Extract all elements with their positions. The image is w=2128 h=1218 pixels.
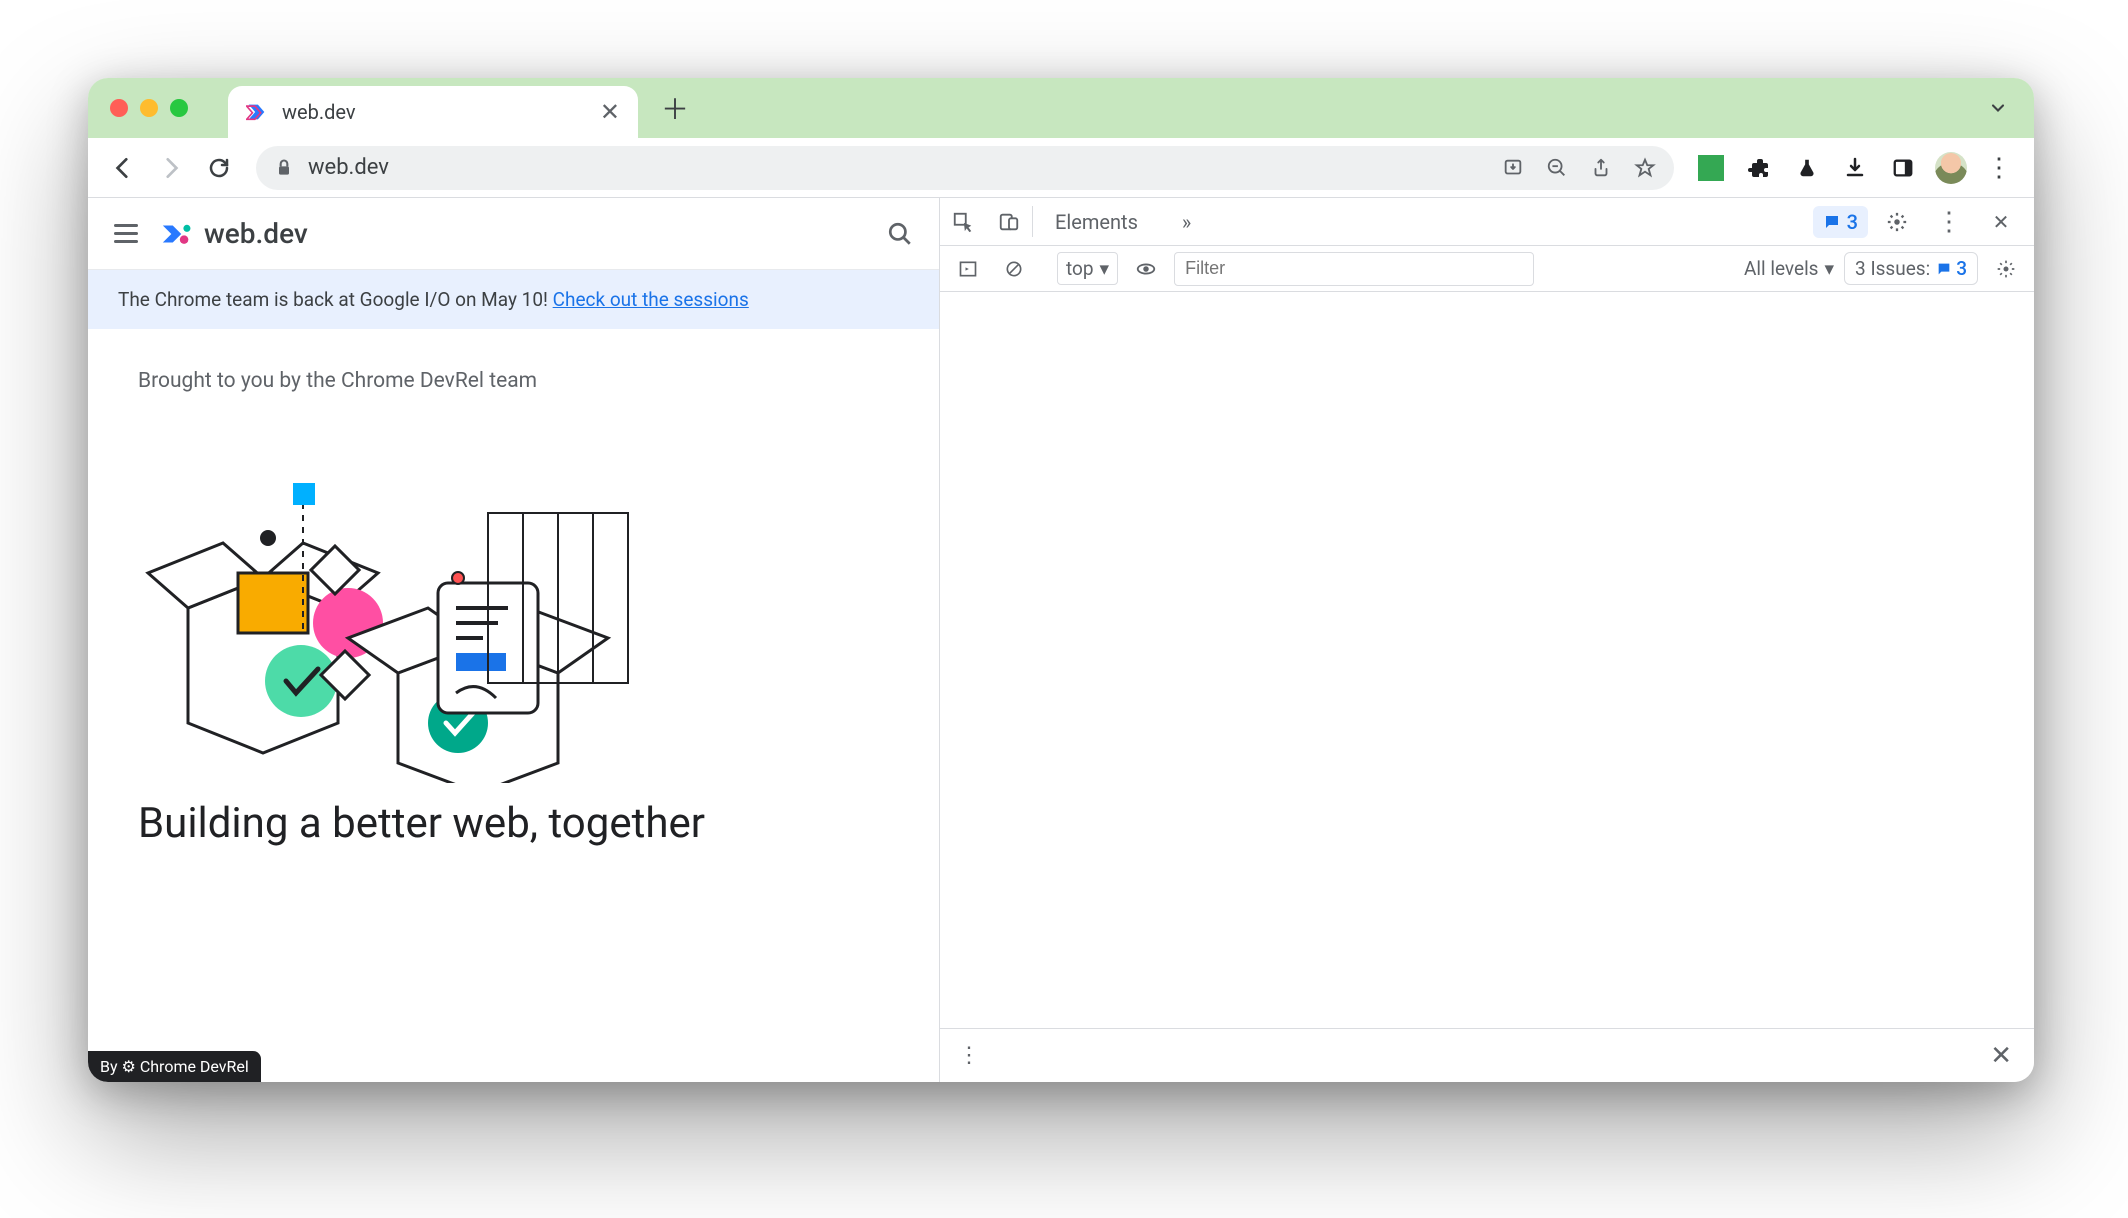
labs-flask-icon[interactable] [1786,147,1828,189]
drawer-close-icon[interactable]: ✕ [1978,1041,2024,1071]
reload-button[interactable] [198,147,240,189]
window-close-button[interactable] [110,99,128,117]
traffic-lights [110,99,188,117]
devtools-messages-badge[interactable]: 3 [1813,206,1868,238]
console-settings-icon[interactable] [1988,251,2024,287]
banner-text: The Chrome team is back at Google I/O on… [118,288,553,311]
forward-button[interactable] [150,147,192,189]
devtools-more-tabs-icon[interactable]: » [1160,198,1213,245]
devtools-tabs: Elements » 3 ⋮ ✕ [940,198,2034,246]
context-selector[interactable]: top ▾ [1057,252,1118,285]
sidepanel-icon[interactable] [1882,147,1924,189]
banner-link[interactable]: Check out the sessions [553,288,749,311]
console-filter-input[interactable] [1174,252,1534,286]
hero-title: Building a better web, together [138,799,889,848]
zoom-out-icon[interactable] [1546,157,1568,179]
tab-list-button[interactable] [1988,98,2008,118]
share-icon[interactable] [1590,157,1612,179]
devtools-drawer: ⋮ ✕ [940,1028,2034,1082]
site-header: web.dev [88,198,939,270]
lock-icon[interactable] [274,158,294,178]
url-text: web.dev [308,155,1488,180]
chevron-down-icon: ▾ [1100,257,1110,280]
site-name: web.dev [204,217,308,250]
omnibox-actions [1502,157,1656,179]
window-zoom-button[interactable] [170,99,188,117]
window-minimize-button[interactable] [140,99,158,117]
device-toggle-icon[interactable] [986,198,1032,245]
issues-badge[interactable]: 3 Issues: 3 [1844,252,1978,285]
console-sidebar-toggle-icon[interactable] [950,251,986,287]
hero-illustration [138,423,889,783]
drawer-menu-icon[interactable]: ⋮ [950,1043,988,1068]
install-icon[interactable] [1502,157,1524,179]
tab-close-button[interactable]: ✕ [600,98,620,127]
profile-avatar[interactable] [1930,147,1972,189]
browser-toolbar: web.dev ⋮ [88,138,2034,198]
chrome-menu-button[interactable]: ⋮ [1978,147,2020,189]
webdev-logo-icon [160,217,194,251]
content-area: web.dev The Chrome team is back at Googl… [88,198,2034,1082]
inspect-element-icon[interactable] [940,198,986,245]
favicon-icon [246,101,268,123]
chevron-down-icon: ▾ [1825,257,1835,280]
hero-section: Brought to you by the Chrome DevRel team [88,329,939,848]
site-search-icon[interactable] [887,221,913,247]
browser-window: web.dev ✕ ＋ web.dev [88,78,2034,1082]
tab-strip: web.dev ✕ ＋ [88,78,2034,138]
extension-square-icon[interactable] [1690,147,1732,189]
page-viewport: web.dev The Chrome team is back at Googl… [88,198,940,1082]
devtools-settings-icon[interactable] [1874,211,1920,233]
browser-tab[interactable]: web.dev ✕ [228,86,638,138]
extensions-puzzle-icon[interactable] [1738,147,1780,189]
console-toolbar: top ▾ All levels ▾ 3 Issues: 3 [940,246,2034,292]
hero-subtitle: Brought to you by the Chrome DevRel team [138,369,889,393]
announcement-banner: The Chrome team is back at Google I/O on… [88,270,939,329]
attribution-badge[interactable]: By ⚙ Chrome DevRel [88,1051,261,1082]
downloads-icon[interactable] [1834,147,1876,189]
live-expression-icon[interactable] [1128,251,1164,287]
menu-icon[interactable] [114,224,138,243]
clear-console-icon[interactable] [996,251,1032,287]
devtools-close-icon[interactable]: ✕ [1978,210,2024,234]
bookmark-star-icon[interactable] [1634,157,1656,179]
new-tab-button[interactable]: ＋ [654,87,696,129]
devtools-panel: Elements » 3 ⋮ ✕ [940,198,2034,1082]
messages-count: 3 [1847,210,1858,234]
address-bar[interactable]: web.dev [256,146,1674,190]
log-levels-selector[interactable]: All levels ▾ [1744,257,1834,280]
devtools-tab-elements[interactable]: Elements [1033,198,1160,245]
console-output[interactable] [940,292,2034,1028]
back-button[interactable] [102,147,144,189]
tab-title: web.dev [282,100,586,124]
site-logo[interactable]: web.dev [160,217,308,251]
